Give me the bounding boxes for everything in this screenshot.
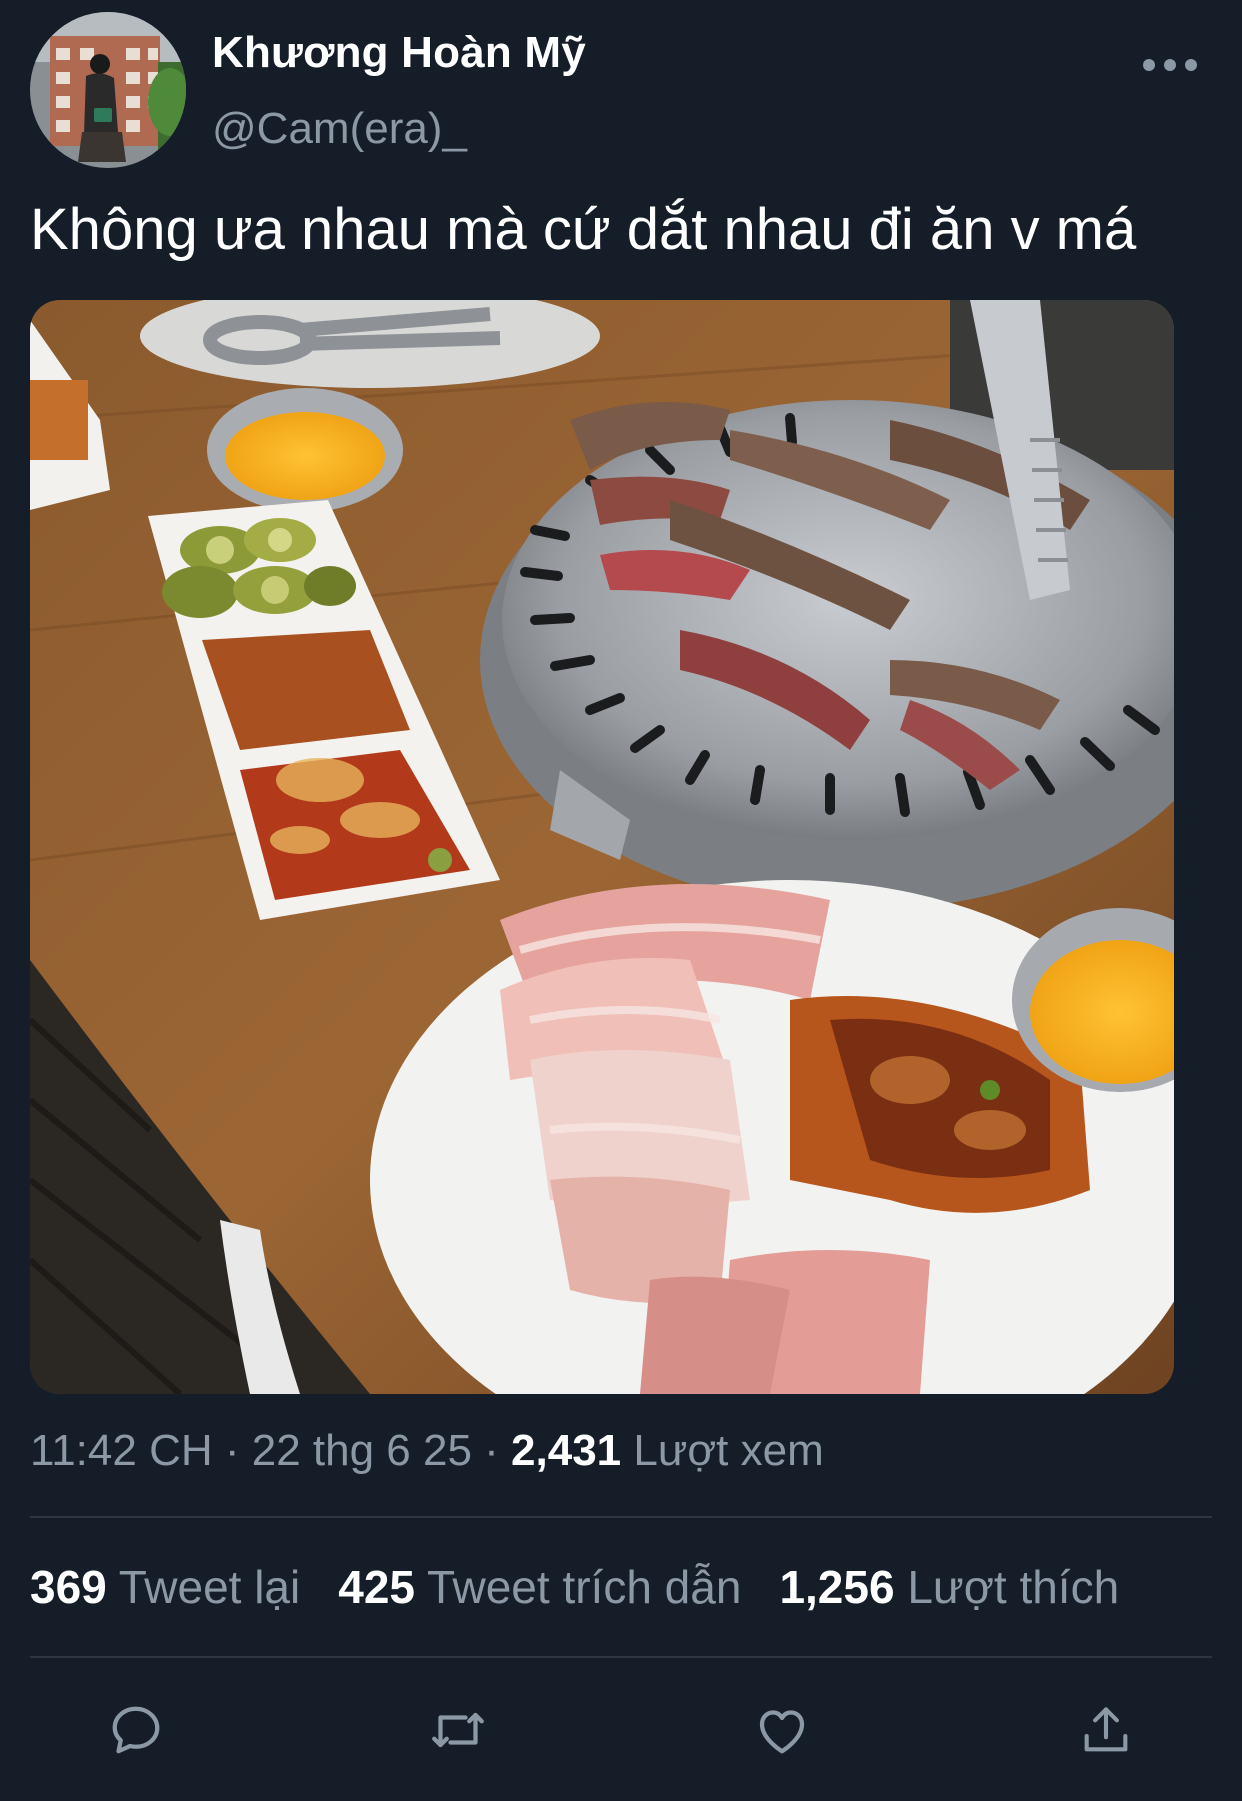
- avatar-image: [30, 12, 186, 168]
- divider: [30, 1656, 1212, 1658]
- engagement-stats: 369 Tweet lại 425 Tweet trích dẫn 1,256 Lư…: [30, 1560, 1119, 1614]
- author-display-name[interactable]: Khương Hoàn Mỹ: [212, 28, 586, 78]
- like-label: Lượt thích: [907, 1561, 1120, 1613]
- retweet-count: 369: [30, 1561, 107, 1613]
- tweet-photo[interactable]: [30, 300, 1174, 1394]
- tweet-detail: Khương Hoàn Mỹ @Cam(era)_ Không ưa nhau …: [0, 0, 1242, 1801]
- like-count: 1,256: [779, 1561, 895, 1613]
- tweet-text: Không ưa nhau mà cứ dắt nhau đi ăn v má: [30, 197, 1137, 262]
- views-count: 2,431: [511, 1426, 622, 1475]
- reply-button[interactable]: [96, 1690, 176, 1770]
- tweet-time[interactable]: 11:42 CH: [30, 1426, 213, 1475]
- tweet-meta: 11:42 CH · 22 thg 6 25 · 2,431 Lượt xem: [30, 1426, 824, 1476]
- retweet-label: Tweet lại: [118, 1561, 301, 1613]
- stat-likes[interactable]: 1,256 Lượt thích: [779, 1560, 1119, 1614]
- action-bar: [0, 1690, 1242, 1770]
- bbq-table-image: [30, 300, 1174, 1394]
- retweet-button[interactable]: [418, 1690, 498, 1770]
- heart-icon: [759, 1710, 805, 1754]
- avatar[interactable]: [30, 12, 186, 168]
- quote-label: Tweet trích dẫn: [426, 1561, 742, 1613]
- more-options-icon[interactable]: [1142, 58, 1198, 72]
- author-handle[interactable]: @Cam(era)_: [212, 104, 467, 154]
- tweet-date[interactable]: 22 thg 6 25: [252, 1426, 472, 1475]
- share-button[interactable]: [1066, 1690, 1146, 1770]
- reply-icon: [112, 1706, 160, 1754]
- views-label: Lượt xem: [633, 1426, 824, 1475]
- stat-retweets[interactable]: 369 Tweet lại: [30, 1560, 300, 1614]
- meta-separator: ·: [212, 1426, 252, 1475]
- like-button[interactable]: [742, 1690, 822, 1770]
- share-icon: [1084, 1707, 1128, 1752]
- quote-count: 425: [338, 1561, 415, 1613]
- stat-quote-tweets[interactable]: 425 Tweet trích dẫn: [338, 1560, 741, 1614]
- meta-separator: ·: [471, 1426, 512, 1475]
- divider: [30, 1516, 1212, 1518]
- retweet-icon: [432, 1712, 484, 1748]
